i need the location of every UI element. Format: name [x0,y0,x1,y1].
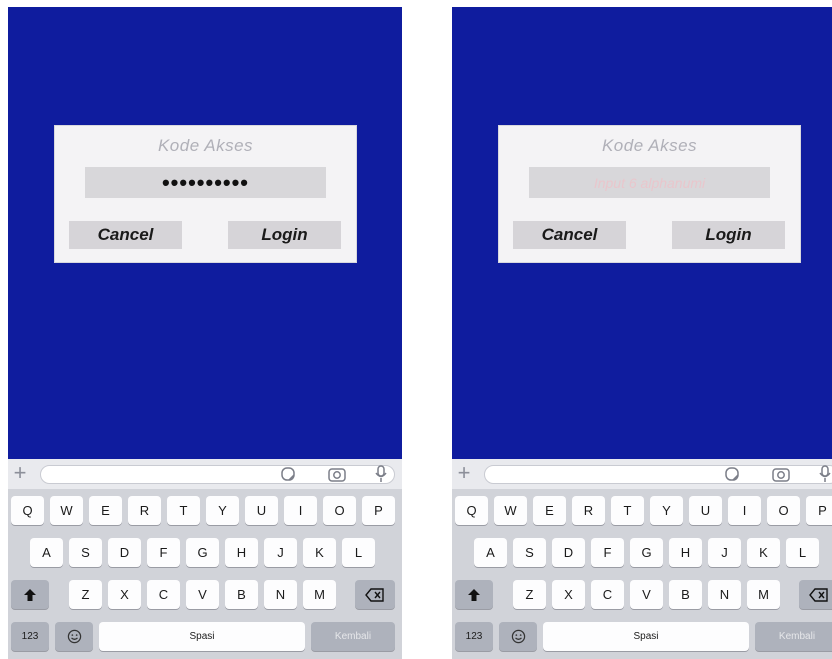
key-f[interactable]: F [591,538,624,567]
key-l[interactable]: L [342,538,375,567]
key-k[interactable]: K [303,538,336,567]
key-l[interactable]: L [786,538,819,567]
key-v[interactable]: V [630,580,663,609]
app-background: Kode Akses •••••••••• Cancel Login [8,7,402,459]
key-b[interactable]: B [225,580,258,609]
key-z[interactable]: Z [69,580,102,609]
login-button[interactable]: Login [228,221,341,249]
app-background: Kode Akses Cancel Login [452,7,832,459]
key-d[interactable]: D [552,538,585,567]
delete-key[interactable] [799,580,832,609]
delete-icon [809,587,828,602]
numbers-key[interactable]: 123 [11,622,49,651]
key-j[interactable]: J [264,538,297,567]
sticker-icon[interactable] [279,465,297,483]
shift-icon [24,588,36,601]
key-p[interactable]: P [362,496,395,525]
access-code-dialog: Kode Akses •••••••••• Cancel Login [54,125,357,263]
key-h[interactable]: H [669,538,702,567]
emoji-icon [511,629,525,644]
key-c[interactable]: C [147,580,180,609]
key-y[interactable]: Y [650,496,683,525]
key-q[interactable]: Q [455,496,488,525]
emoji-key[interactable] [55,622,93,651]
key-e[interactable]: E [89,496,122,525]
sticker-icon[interactable] [723,465,741,483]
key-y[interactable]: Y [206,496,239,525]
keyboard: + Q W E R T Y U I O P A S D F G H J K L … [8,459,402,659]
shift-icon [468,588,480,601]
key-n[interactable]: N [708,580,741,609]
return-key[interactable]: Kembali [311,622,395,651]
key-u[interactable]: U [245,496,278,525]
login-button[interactable]: Login [672,221,785,249]
key-k[interactable]: K [747,538,780,567]
dialog-title: Kode Akses [601,136,698,155]
key-e[interactable]: E [533,496,566,525]
camera-icon[interactable] [772,465,790,483]
key-o[interactable]: O [323,496,356,525]
emoji-icon [67,629,81,644]
key-s[interactable]: S [69,538,102,567]
key-m[interactable]: M [303,580,336,609]
key-v[interactable]: V [186,580,219,609]
key-f[interactable]: F [147,538,180,567]
delete-key[interactable] [355,580,395,609]
microphone-icon[interactable] [372,465,390,483]
key-z[interactable]: Z [513,580,546,609]
keyboard-toolbar: + [452,459,832,489]
numbers-key[interactable]: 123 [455,622,493,651]
key-o[interactable]: O [767,496,800,525]
key-a[interactable]: A [30,538,63,567]
phone-screen-right: Kode Akses Cancel Login + Q W E R T [452,7,832,659]
plus-icon[interactable]: + [454,461,474,485]
key-n[interactable]: N [264,580,297,609]
key-c[interactable]: C [591,580,624,609]
key-r[interactable]: R [572,496,605,525]
shift-key[interactable] [455,580,493,609]
key-h[interactable]: H [225,538,258,567]
key-u[interactable]: U [689,496,722,525]
key-t[interactable]: T [611,496,644,525]
key-g[interactable]: G [186,538,219,567]
camera-icon[interactable] [328,465,346,483]
key-w[interactable]: W [50,496,83,525]
plus-icon[interactable]: + [10,461,30,485]
keyboard-toolbar: + [8,459,402,489]
key-b[interactable]: B [669,580,702,609]
key-r[interactable]: R [128,496,161,525]
dialog-title: Kode Akses [157,136,254,155]
key-a[interactable]: A [474,538,507,567]
access-code-dialog: Kode Akses Cancel Login [498,125,801,263]
return-key[interactable]: Kembali [755,622,832,651]
keyboard: + Q W E R T Y U I O P A S D F G H J K L … [452,459,832,659]
shift-key[interactable] [11,580,49,609]
key-x[interactable]: X [108,580,141,609]
key-m[interactable]: M [747,580,780,609]
microphone-icon[interactable] [816,465,832,483]
key-x[interactable]: X [552,580,585,609]
key-w[interactable]: W [494,496,527,525]
key-s[interactable]: S [513,538,546,567]
emoji-key[interactable] [499,622,537,651]
phone-screen-left: Kode Akses •••••••••• Cancel Login + Q W… [8,7,402,659]
key-p[interactable]: P [806,496,832,525]
space-key[interactable]: Spasi [99,622,305,651]
access-code-input[interactable] [529,167,770,198]
access-code-input[interactable]: •••••••••• [85,167,326,198]
key-i[interactable]: I [284,496,317,525]
key-i[interactable]: I [728,496,761,525]
cancel-button[interactable]: Cancel [69,221,182,249]
key-d[interactable]: D [108,538,141,567]
delete-icon [365,587,384,602]
key-q[interactable]: Q [11,496,44,525]
cancel-button[interactable]: Cancel [513,221,626,249]
key-t[interactable]: T [167,496,200,525]
key-j[interactable]: J [708,538,741,567]
space-key[interactable]: Spasi [543,622,749,651]
key-g[interactable]: G [630,538,663,567]
